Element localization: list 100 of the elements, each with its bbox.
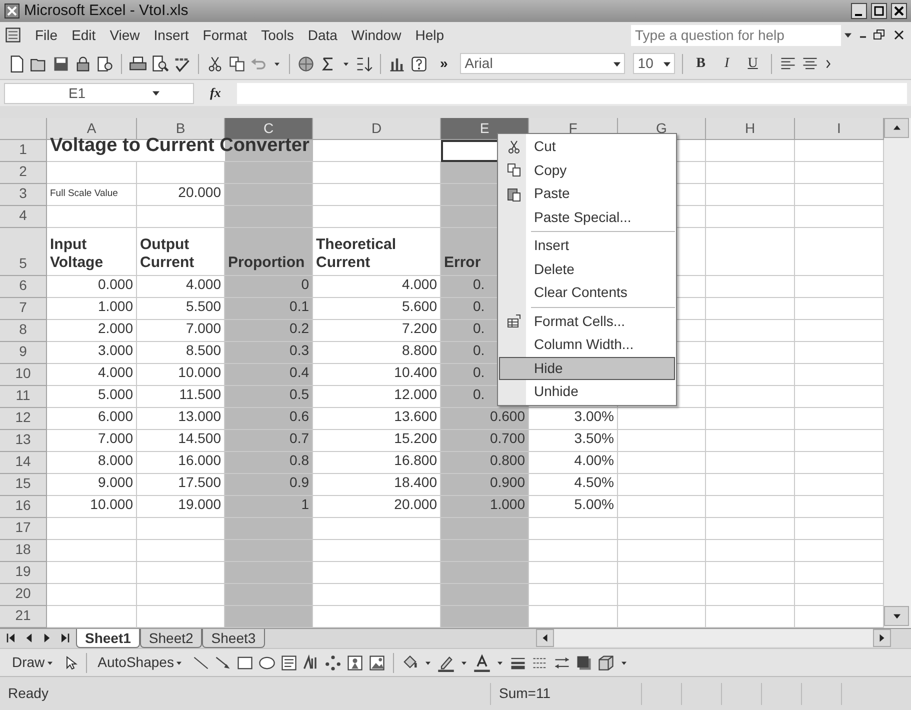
- text-box-icon[interactable]: [280, 654, 298, 672]
- table-cell: 5.600: [313, 298, 441, 320]
- save-icon[interactable]: [52, 54, 70, 72]
- table-cell: 0.9: [225, 474, 313, 496]
- menu-item[interactable]: Hide: [499, 356, 675, 380]
- new-file-icon[interactable]: [8, 54, 26, 72]
- horizontal-scrollbar[interactable]: [536, 629, 891, 647]
- lock-icon[interactable]: [74, 54, 92, 72]
- table-cell: 1.000: [441, 496, 529, 518]
- row-header[interactable]: 9: [0, 342, 47, 364]
- sheet-tab[interactable]: Sheet3: [202, 629, 265, 648]
- row-header[interactable]: 3: [0, 184, 47, 206]
- menu-item[interactable]: Paste: [499, 182, 675, 206]
- menu-item[interactable]: Window: [344, 24, 408, 46]
- table-cell: 1: [225, 496, 313, 518]
- menu-item[interactable]: File: [28, 24, 65, 46]
- menu-item[interactable]: Edit: [64, 24, 103, 46]
- row-header[interactable]: 5: [0, 228, 47, 276]
- scissors-icon[interactable]: [206, 54, 224, 72]
- table-cell: 7.000: [47, 430, 137, 452]
- table-cell: 3.50%: [529, 430, 618, 452]
- table-cell: 0.1: [225, 298, 313, 320]
- clip-art-icon[interactable]: [346, 654, 364, 672]
- row-header[interactable]: 12: [0, 408, 47, 430]
- copy-icon[interactable]: [228, 54, 246, 72]
- scissors-icon: [506, 138, 522, 155]
- status-text: Ready: [7, 684, 50, 703]
- close-icon[interactable]: [891, 3, 907, 19]
- row-header[interactable]: 21: [0, 606, 47, 628]
- underline-button[interactable]: U: [742, 53, 764, 74]
- vertical-scrollbar[interactable]: [884, 118, 911, 628]
- row-header[interactable]: 11: [0, 386, 47, 408]
- row-header[interactable]: 13: [0, 430, 47, 452]
- menu-item[interactable]: Tools: [254, 24, 301, 46]
- table-cell: 0.2: [225, 320, 313, 342]
- row-header[interactable]: 1: [0, 140, 47, 162]
- name-box[interactable]: E1: [4, 82, 194, 104]
- table-cell: 4.000: [47, 364, 137, 386]
- menu-item[interactable]: Help: [408, 24, 451, 46]
- table-cell: 20.000: [313, 496, 441, 518]
- toolbar-overflow[interactable]: »: [432, 53, 456, 74]
- 3d-icon[interactable]: [596, 654, 615, 672]
- help-search-field[interactable]: Type a question for help: [631, 24, 841, 46]
- print-icon[interactable]: [129, 54, 147, 72]
- table-cell: 3.00%: [529, 408, 618, 430]
- workbook-icon[interactable]: [4, 26, 22, 44]
- font-color-icon[interactable]: [472, 654, 491, 672]
- status-sum: Sum=11: [498, 684, 552, 703]
- shadow-icon[interactable]: [574, 654, 593, 672]
- toolbar-menu-button[interactable]: AutoShapes: [94, 652, 188, 673]
- function-label[interactable]: fx: [202, 83, 229, 103]
- italic-button[interactable]: I: [716, 53, 738, 74]
- row-header[interactable]: 19: [0, 562, 47, 584]
- sheet-tab[interactable]: Sheet1: [76, 629, 140, 648]
- document-search-icon[interactable]: [96, 54, 114, 72]
- row-header[interactable]: 6: [0, 276, 47, 298]
- bold-button[interactable]: B: [690, 53, 712, 74]
- toolbar-menu-button[interactable]: Draw: [8, 652, 59, 673]
- menu-item[interactable]: Format: [196, 24, 254, 46]
- globe-icon[interactable]: [297, 54, 315, 72]
- table-cell: Output Current: [137, 228, 225, 276]
- table-cell: 10.400: [313, 364, 441, 386]
- row-header[interactable]: 15: [0, 474, 47, 496]
- font-dropdown[interactable]: Arial: [460, 53, 625, 74]
- column-header[interactable]: D: [313, 118, 441, 140]
- line-color-icon[interactable]: [436, 654, 455, 672]
- copy-icon: [506, 162, 522, 178]
- maximize-icon[interactable]: [871, 3, 887, 19]
- table-cell: 0.8: [225, 452, 313, 474]
- font-size-dropdown[interactable]: 10: [632, 53, 675, 74]
- row-header[interactable]: 18: [0, 540, 47, 562]
- help-icon[interactable]: [410, 54, 428, 72]
- table-cell: 10.000: [137, 364, 225, 386]
- print-preview-icon[interactable]: [151, 54, 169, 72]
- table-cell: 16.000: [137, 452, 225, 474]
- row-header[interactable]: 17: [0, 518, 47, 540]
- minimize-icon[interactable]: [851, 3, 867, 19]
- menu-item[interactable]: Paste Special...: [499, 206, 675, 229]
- row-header[interactable]: 8: [0, 320, 47, 342]
- row-header[interactable]: 16: [0, 496, 47, 518]
- diagram-icon[interactable]: [324, 654, 342, 672]
- sheet-tab[interactable]: Sheet2: [140, 629, 202, 648]
- sort-icon[interactable]: [355, 54, 373, 72]
- row-header[interactable]: 14: [0, 452, 47, 474]
- column-header[interactable]: I: [795, 118, 884, 140]
- row-header[interactable]: 20: [0, 584, 47, 606]
- column-header[interactable]: H: [706, 118, 795, 140]
- row-header[interactable]: 4: [0, 206, 47, 228]
- menu-item[interactable]: Copy: [499, 158, 675, 182]
- image-icon[interactable]: [368, 654, 386, 672]
- table-cell: 18.400: [313, 474, 441, 496]
- row-header[interactable]: 7: [0, 298, 47, 320]
- menu-item[interactable]: View: [102, 24, 147, 46]
- row-header[interactable]: 10: [0, 364, 47, 386]
- table-cell: 10.000: [47, 496, 137, 518]
- table-cell: 13.000: [137, 408, 225, 430]
- row-header[interactable]: 2: [0, 162, 47, 184]
- menu-item[interactable]: Data: [300, 24, 344, 46]
- table-cell: 8.000: [47, 452, 137, 474]
- menu-item[interactable]: Insert: [146, 24, 196, 46]
